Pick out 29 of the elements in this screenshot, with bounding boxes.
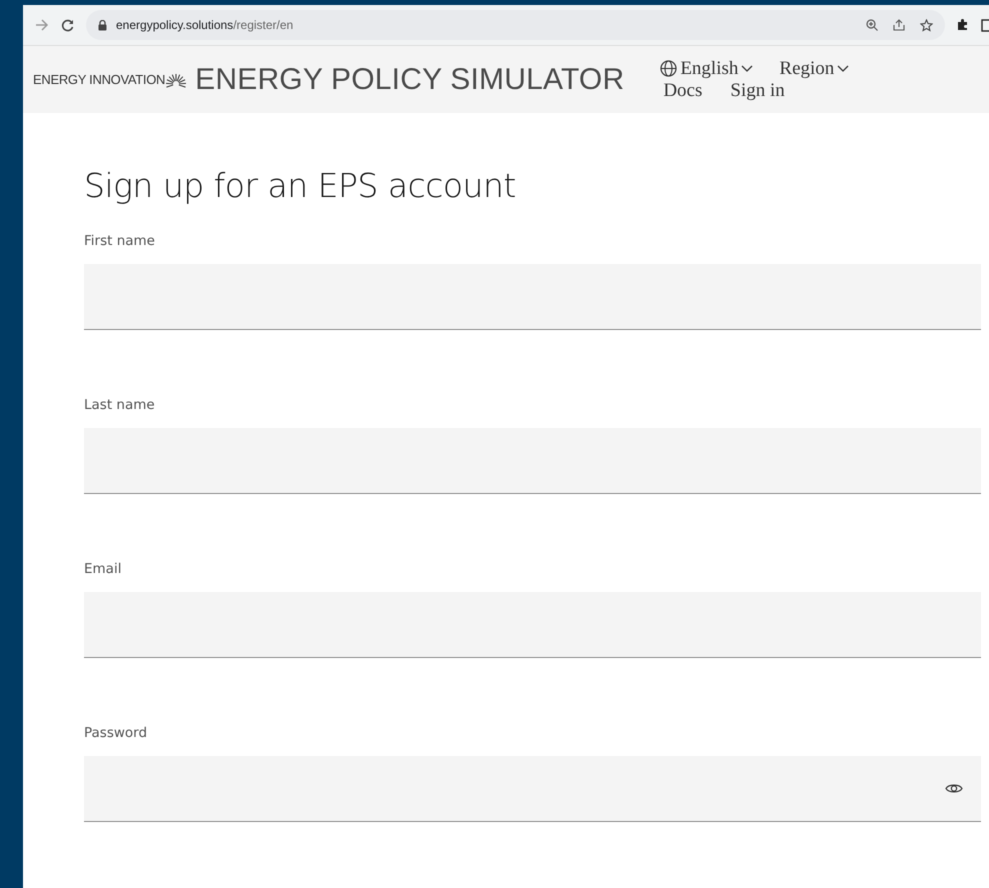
field-label: Last name	[84, 397, 156, 413]
window-icon[interactable]	[981, 18, 989, 32]
chevron-down-icon	[837, 64, 850, 72]
chevron-down-icon	[741, 64, 754, 72]
field-label: First name	[84, 233, 156, 249]
address-bar[interactable]: energypolicy.solutions/register/en	[86, 10, 945, 40]
language-menu[interactable]: English	[660, 58, 754, 80]
input-field[interactable]	[84, 264, 981, 330]
sign-in-link[interactable]: Sign in	[730, 80, 785, 102]
input-field[interactable]	[84, 592, 981, 658]
reload-icon[interactable]	[61, 18, 74, 32]
star-icon[interactable]	[920, 18, 933, 32]
app-title[interactable]: ENERGY POLICY SIMULATOR	[195, 62, 624, 96]
eye-icon[interactable]	[945, 782, 963, 795]
input-field[interactable]	[84, 756, 981, 822]
input-field[interactable]	[84, 428, 981, 494]
brand-logo-text[interactable]: ENERGY INNOVATION	[33, 72, 166, 87]
globe-icon	[660, 60, 678, 77]
field-label: Password	[84, 725, 148, 741]
field-label: Email	[84, 561, 122, 577]
region-menu[interactable]: Region	[779, 58, 850, 80]
docs-link[interactable]: Docs	[663, 80, 702, 102]
url-text: energypolicy.solutions/register/en	[116, 18, 294, 32]
lock-icon	[98, 20, 107, 30]
share-icon[interactable]	[893, 19, 905, 31]
puzzle-icon[interactable]	[957, 19, 969, 31]
page-heading: Sign up for an EPS account	[84, 166, 517, 205]
zoom-icon[interactable]	[866, 19, 878, 31]
forward-icon[interactable]	[35, 19, 49, 31]
